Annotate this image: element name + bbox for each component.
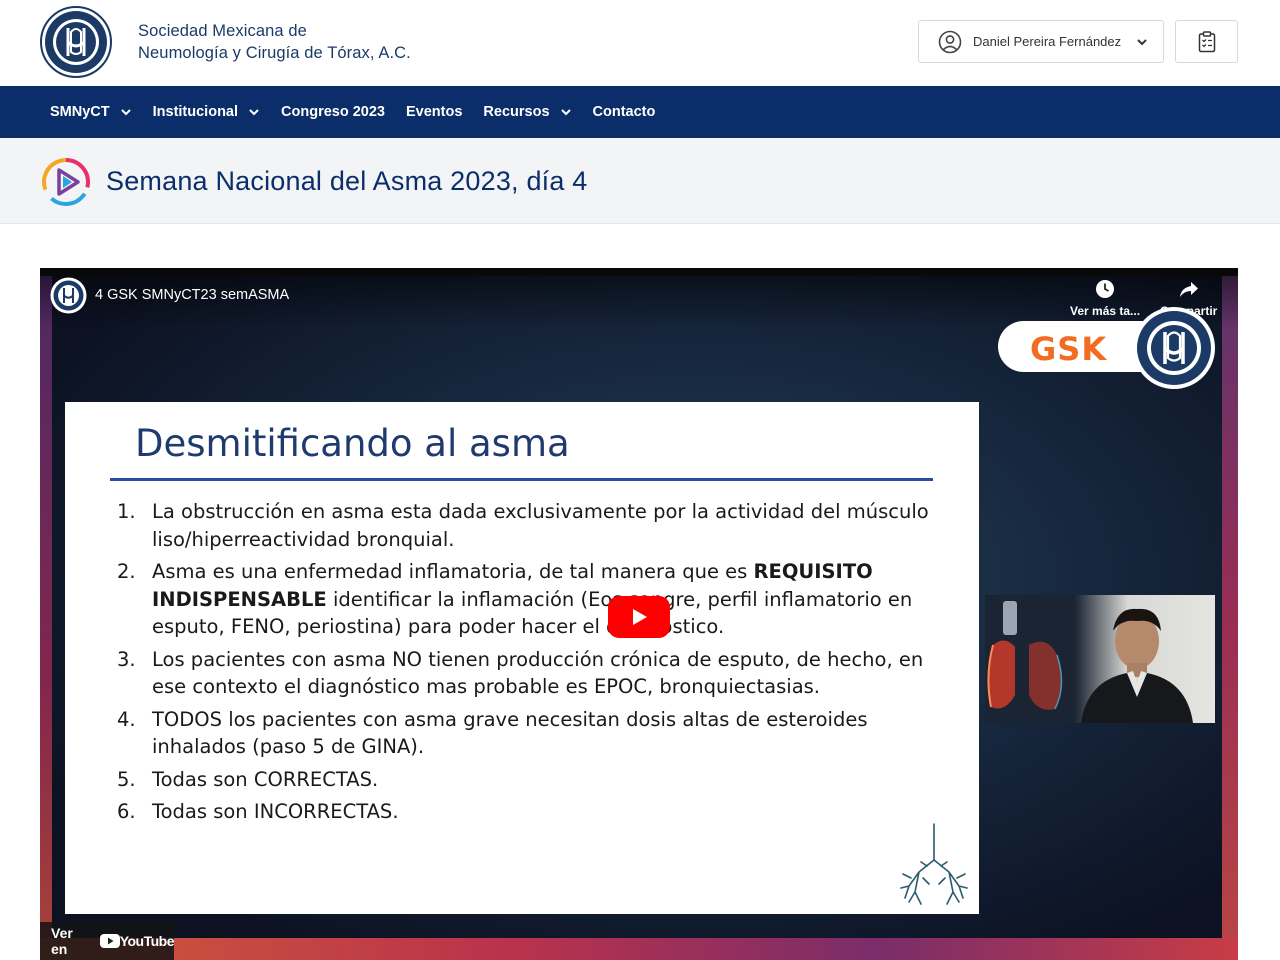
slide-item-text: TODOS los pacientes con asma grave neces…	[152, 707, 868, 759]
nav-item-label: Institucional	[152, 104, 239, 120]
slide-item-text: Todas son INCORRECTAS.	[152, 800, 399, 823]
chevron-down-icon	[1137, 38, 1147, 45]
slide-item-number: 2.	[117, 560, 136, 583]
watch-later-label: Ver más ta...	[1070, 304, 1141, 318]
lungs-artwork-icon	[985, 595, 1075, 723]
watch-on-label: Ver en	[51, 925, 73, 957]
slide-list-item: 5. Todas son CORRECTAS.	[117, 766, 937, 794]
nav-item-recursos[interactable]: Recursos	[483, 86, 571, 138]
smnyct-logo[interactable]	[40, 6, 112, 78]
clipboard-button[interactable]	[1175, 20, 1238, 63]
youtube-wordmark: YouTube	[119, 933, 175, 949]
chevron-down-icon	[560, 109, 571, 116]
top-header: Sociedad Mexicana de Neumología y Cirugí…	[0, 0, 1280, 86]
nav-item-label: Congreso 2023	[281, 104, 385, 120]
slide-list-item: 1. La obstrucción en asma esta dada exclu…	[117, 498, 937, 553]
page-title-band: Semana Nacional del Asma 2023, día 4	[0, 138, 1280, 224]
slide-item-text: La obstrucción en asma esta dada exclusi…	[152, 500, 929, 551]
youtube-logo: YouTube	[99, 933, 175, 949]
slide-divider	[110, 478, 933, 481]
slide-item-number: 3.	[117, 647, 136, 671]
speaker-webcam-thumbnail	[985, 595, 1215, 723]
youtube-play-button[interactable]	[608, 596, 670, 638]
gsk-logo-text: GSK	[1030, 330, 1108, 368]
slide-item-number: 6.	[117, 800, 136, 823]
nav-item-smnyct[interactable]: SMNyCT	[50, 86, 132, 138]
slide-list-item: 2. Asma es una enfermedad inflamatoria, d…	[117, 558, 937, 641]
video-edge-decoration	[1222, 268, 1238, 960]
org-name: Sociedad Mexicana de Neumología y Cirugí…	[138, 20, 411, 64]
user-circle-icon	[938, 30, 962, 53]
watch-later-button[interactable]: Ver más ta...	[1070, 278, 1140, 318]
youtube-video-embed[interactable]: 4 GSK SMNyCT23 semASMA Ver más ta... Com…	[40, 268, 1238, 960]
slide-item-number: 5.	[117, 767, 136, 791]
presentation-slide: Desmitificando al asma 1. La obstrucción …	[65, 402, 979, 914]
nav-item-label: SMNyCT	[50, 104, 110, 120]
slide-list-item: 3. Los pacientes con asma NO tienen produ…	[117, 646, 937, 701]
slide-list-item: 4. TODOS los pacientes con asma grave nec…	[117, 706, 937, 761]
slide-list-item: 6. Todas son INCORRECTAS.	[117, 798, 937, 826]
video-play-logo-icon	[42, 158, 90, 207]
slide-item-text: Asma es una enfermedad inflamatoria, de …	[152, 560, 913, 638]
nav-item-institucional[interactable]: Institucional	[153, 86, 260, 138]
speaker-person-icon	[1081, 608, 1193, 723]
slide-item-text: Todas son CORRECTAS.	[152, 767, 379, 791]
video-title[interactable]: 4 GSK SMNyCT23 semASMA	[95, 287, 289, 303]
slide-title: Desmitificando al asma	[135, 422, 570, 465]
video-edge-decoration	[40, 268, 52, 960]
nav-item-eventos[interactable]: Eventos	[406, 86, 462, 138]
video-edge-decoration	[40, 938, 1238, 960]
play-icon	[633, 609, 647, 625]
user-menu-button[interactable]: Daniel Pereira Fernández	[918, 20, 1164, 63]
nav-item-congreso-2023[interactable]: Congreso 2023	[281, 86, 385, 138]
lungs-bronchi-icon	[900, 823, 968, 905]
chevron-down-icon	[120, 109, 131, 116]
youtube-logo-icon	[99, 934, 120, 948]
org-name-line1: Sociedad Mexicana de	[138, 22, 307, 40]
main-navbar: SMNyCT Institucional Congreso 2023 Eventos R…	[0, 86, 1280, 138]
clock-icon	[1096, 280, 1115, 298]
nav-item-label: Eventos	[406, 104, 463, 120]
channel-avatar-icon[interactable]	[50, 277, 87, 314]
user-name: Daniel Pereira Fernández	[973, 34, 1122, 49]
smnyct-seal-icon	[1133, 307, 1215, 389]
page-title: Semana Nacional del Asma 2023, día 4	[106, 166, 588, 196]
slide-item-text: Los pacientes con asma NO tienen producc…	[152, 647, 924, 699]
slide-question-list: 1. La obstrucción en asma esta dada exclu…	[117, 498, 937, 831]
nav-item-label: Recursos	[483, 104, 550, 120]
org-name-line2: Neumología y Cirugía de Tórax, A.C.	[138, 44, 411, 62]
chevron-down-icon	[249, 109, 259, 116]
nav-item-contacto[interactable]: Contacto	[593, 86, 656, 138]
slide-item-number: 4.	[117, 707, 136, 731]
nav-item-label: Contacto	[592, 104, 656, 120]
slide-item-number: 1.	[117, 500, 136, 523]
clipboard-list-icon	[1198, 30, 1215, 52]
share-arrow-icon	[1179, 282, 1198, 297]
watch-on-youtube-button[interactable]: Ver en YouTube	[40, 922, 175, 960]
